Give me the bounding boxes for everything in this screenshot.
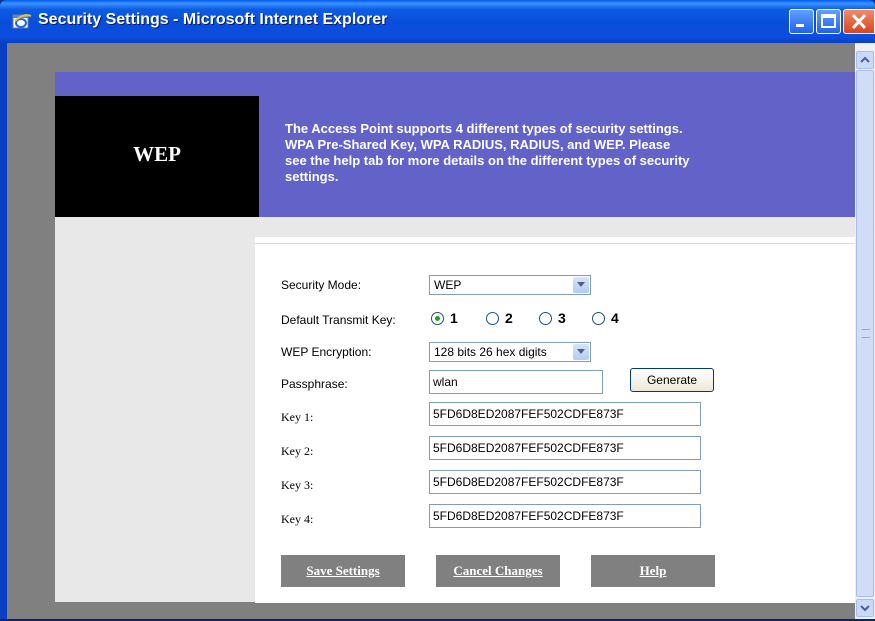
key-2-label: Key 2: xyxy=(281,444,314,458)
browser-window: Security Settings - Microsoft Internet E… xyxy=(0,0,875,619)
cancel-changes-button[interactable]: Cancel Changes xyxy=(436,555,560,587)
key-3-input[interactable]: 5FD6D8ED2087FEF502CDFE873F xyxy=(429,470,701,494)
key-4-label: Key 4: xyxy=(281,512,314,526)
help-button[interactable]: Help xyxy=(591,555,715,587)
scroll-down-button[interactable] xyxy=(856,599,874,617)
transmit-key-radio-1[interactable] xyxy=(431,312,444,325)
encryption-value: 128 bits 26 hex digits xyxy=(434,345,547,359)
minimize-icon[interactable] xyxy=(789,9,814,34)
banner-line: WPA Pre-Shared Key, WPA RADIUS, RADIUS, … xyxy=(285,137,671,152)
page-title: WEP xyxy=(133,142,181,166)
passphrase-label: Passphrase: xyxy=(281,377,348,391)
scroll-up-button[interactable] xyxy=(856,51,874,69)
banner-title-box: WEP xyxy=(55,96,259,217)
generate-button[interactable]: Generate xyxy=(630,368,714,392)
close-icon[interactable] xyxy=(843,9,875,34)
encryption-label: WEP Encryption: xyxy=(281,345,372,359)
left-column xyxy=(55,217,255,602)
security-mode-value: WEP xyxy=(434,278,462,292)
transmit-key-radio-2[interactable] xyxy=(486,312,499,325)
encryption-select[interactable]: 128 bits 26 hex digits xyxy=(429,342,591,362)
security-mode-label: Security Mode: xyxy=(281,278,362,292)
vertical-scrollbar[interactable] xyxy=(855,43,875,619)
key-3-label: Key 3: xyxy=(281,478,314,492)
ie-icon xyxy=(12,14,32,29)
security-mode-select[interactable]: WEP xyxy=(429,275,591,295)
maximize-icon[interactable] xyxy=(816,9,841,34)
chevron-down-icon[interactable] xyxy=(573,344,589,360)
header-banner: WEP The Access Point supports 4 differen… xyxy=(55,72,855,217)
key-2-input[interactable]: 5FD6D8ED2087FEF502CDFE873F xyxy=(429,436,701,460)
transmit-key-radio-3[interactable] xyxy=(539,312,552,325)
key-1-input[interactable]: 5FD6D8ED2087FEF502CDFE873F xyxy=(429,402,701,426)
banner-line: The Access Point supports 4 different ty… xyxy=(285,121,683,136)
chevron-down-icon[interactable] xyxy=(573,277,589,293)
transmit-key-option: 3 xyxy=(558,310,566,326)
window-frame xyxy=(0,43,7,619)
scrollbar-thumb[interactable] xyxy=(856,70,874,597)
window-title: Security Settings - Microsoft Internet E… xyxy=(38,11,388,28)
security-form: Security Mode: WEP Default Transmit Key:… xyxy=(255,243,855,603)
banner-description: The Access Point supports 4 different ty… xyxy=(285,121,845,185)
save-settings-button[interactable]: Save Settings xyxy=(281,555,405,587)
banner-line: see the help tab for more details on the… xyxy=(285,153,690,168)
transmit-key-label: Default Transmit Key: xyxy=(281,313,396,327)
settings-page: WEP The Access Point supports 4 differen… xyxy=(55,72,855,603)
transmit-key-radio-4[interactable] xyxy=(592,312,605,325)
key-4-input[interactable]: 5FD6D8ED2087FEF502CDFE873F xyxy=(429,504,701,528)
banner-line: settings. xyxy=(285,169,339,184)
browser-content: WEP The Access Point supports 4 differen… xyxy=(7,43,855,619)
transmit-key-option: 2 xyxy=(505,310,513,326)
key-1-label: Key 1: xyxy=(281,410,314,424)
grip-icon xyxy=(862,329,870,338)
passphrase-input[interactable]: wlan xyxy=(429,370,603,394)
title-bar[interactable]: Security Settings - Microsoft Internet E… xyxy=(0,0,875,43)
transmit-key-option: 4 xyxy=(611,310,619,326)
transmit-key-option: 1 xyxy=(450,310,458,326)
